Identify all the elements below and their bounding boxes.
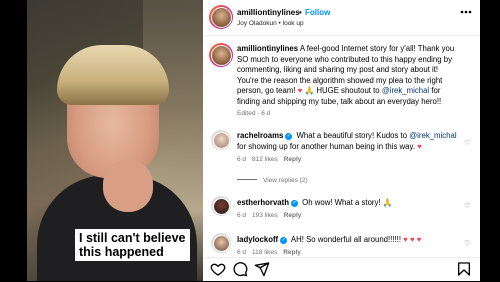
comments-list[interactable]: amilliontinylines A feel-good Internet s… — [203, 37, 480, 257]
comment-like-icon[interactable]: ♡ — [464, 202, 470, 210]
view-replies-button[interactable]: View replies (2) — [237, 177, 308, 184]
comment-like-icon[interactable]: ♡ — [464, 239, 470, 247]
mention-link[interactable]: @irek_michal — [409, 131, 456, 140]
video-caption-line-2: this happened — [79, 245, 164, 259]
heart-icon[interactable] — [210, 261, 226, 277]
caption-text: amilliontinylines A feel-good Internet s… — [237, 44, 455, 106]
bookmark-icon[interactable] — [456, 261, 472, 277]
mention-link[interactable]: @irek_michal — [382, 86, 429, 95]
caption-meta: Edited · 6 d — [237, 110, 276, 117]
video-player[interactable]: I still can't believe this happened — [27, 0, 203, 281]
heart-emoji: ♥ — [417, 141, 422, 151]
backdrop-left — [0, 0, 27, 281]
action-bar — [203, 257, 480, 281]
commenter-avatar[interactable] — [211, 196, 231, 216]
commenter-username[interactable]: rachelroams — [237, 131, 283, 140]
comment-meta: 6 d 812 likes Reply — [237, 156, 302, 163]
caption-avatar[interactable] — [209, 43, 233, 67]
follow-button[interactable]: Follow — [305, 8, 330, 17]
audio-attribution[interactable]: Joy Oladokun • look up — [237, 20, 304, 27]
backdrop-right — [480, 0, 500, 281]
verified-badge-icon: ✓ — [285, 133, 293, 140]
comment-text: ladylockoff ✓ AH! So wonderful all around… — [237, 235, 422, 244]
person-hand — [103, 160, 153, 212]
reply-button[interactable]: Reply — [284, 212, 302, 219]
post-modal: I still can't believe this happened amil… — [0, 0, 500, 281]
caption-username[interactable]: amilliontinylines — [237, 44, 298, 53]
comment-icon[interactable] — [232, 261, 248, 277]
comment-text: rachelroams ✓ What a beautiful story! Kud… — [237, 131, 457, 151]
commenter-username[interactable]: ladylockoff — [237, 235, 278, 244]
verified-badge-icon: ✓ — [280, 237, 288, 244]
heart-emoji: ♥ ♥ ♥ — [403, 235, 422, 244]
author-avatar[interactable] — [209, 5, 233, 29]
heart-emoji: ♥ 🙏 — [297, 86, 315, 96]
edited-label: Edited · 6 d — [237, 110, 271, 117]
commenter-username[interactable]: estherhorvath — [237, 198, 289, 207]
post-details-panel: amilliontinylines • Follow Joy Oladokun … — [203, 0, 480, 281]
post-header: amilliontinylines • Follow Joy Oladokun … — [203, 0, 480, 36]
person-hair — [57, 45, 169, 105]
comment-meta: 6 d 193 likes Reply — [237, 212, 302, 219]
verified-badge-icon: ✓ — [291, 200, 298, 207]
reply-button[interactable]: Reply — [283, 249, 301, 256]
commenter-avatar[interactable] — [211, 130, 231, 150]
author-username[interactable]: amilliontinylines — [237, 8, 300, 17]
header-separator: • — [299, 8, 302, 17]
video-caption-line-1: I still can't believe — [79, 231, 186, 245]
comment-text: estherhorvath ✓ Oh wow! What a story! 🙏 — [237, 198, 393, 207]
reply-button[interactable]: Reply — [284, 156, 302, 163]
share-icon[interactable] — [254, 261, 270, 277]
comment-like-icon[interactable]: ♡ — [464, 139, 470, 147]
comment-meta: 6 d 118 likes Reply — [237, 249, 301, 256]
commenter-avatar[interactable] — [211, 233, 231, 253]
more-options-icon[interactable] — [459, 5, 473, 22]
video-caption: I still can't believe this happened — [75, 229, 190, 261]
